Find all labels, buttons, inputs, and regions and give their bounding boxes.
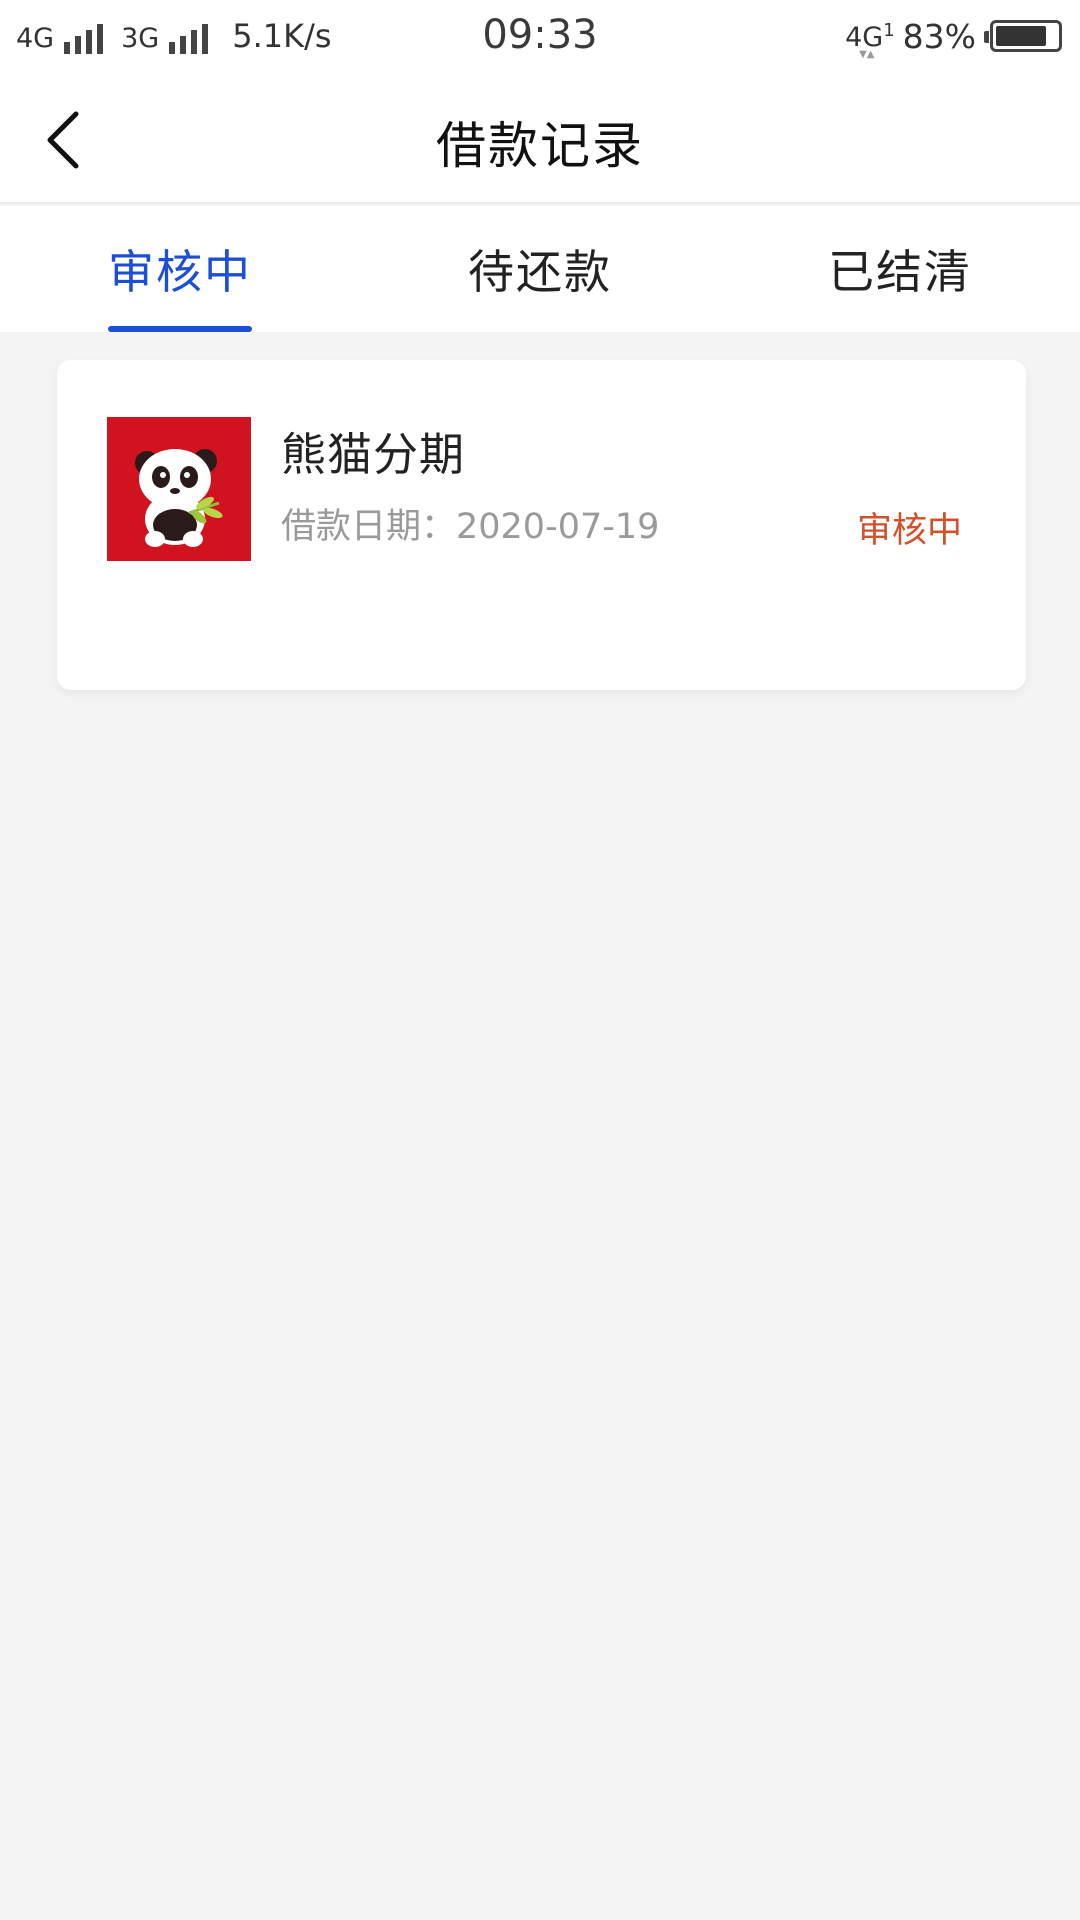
active-tab-indicator [108, 326, 252, 332]
navigation-bar: 借款记录 [0, 74, 1080, 204]
tab-settled[interactable]: 已结清 [720, 206, 1080, 332]
tab-label: 待还款 [468, 245, 612, 299]
status-bar: 4G 3G 5.1K/s 09:33 4G1 ▼▲ 83% [0, 0, 1080, 74]
status-right: 4G1 ▼▲ 83% [845, 14, 1062, 60]
tab-bar: 审核中 待还款 已结清 [0, 206, 1080, 332]
battery-percent: 83% [902, 16, 976, 56]
data-arrows-icon: ▼▲ [859, 48, 875, 60]
page-title: 借款记录 [436, 117, 644, 175]
tab-label: 已结清 [828, 245, 972, 299]
tab-label: 审核中 [108, 245, 252, 299]
battery-icon [984, 20, 1062, 52]
panda-logo-icon [107, 417, 251, 561]
network-4g-indicator: 4G1 ▼▲ [845, 19, 895, 60]
panda-icon [107, 417, 251, 561]
tab-pending-repayment[interactable]: 待还款 [360, 206, 720, 332]
loan-date: 借款日期：2020-07-19 [281, 507, 660, 547]
sim-slot-label: 1 [883, 19, 895, 41]
network-4g-label: 4G [845, 21, 884, 53]
loan-status-badge: 审核中 [856, 511, 962, 551]
tab-under-review[interactable]: 审核中 [0, 206, 360, 332]
loan-product-name: 熊猫分期 [281, 428, 466, 481]
loan-record-card[interactable]: 熊猫分期 借款日期：2020-07-19 审核中 [57, 360, 1026, 690]
